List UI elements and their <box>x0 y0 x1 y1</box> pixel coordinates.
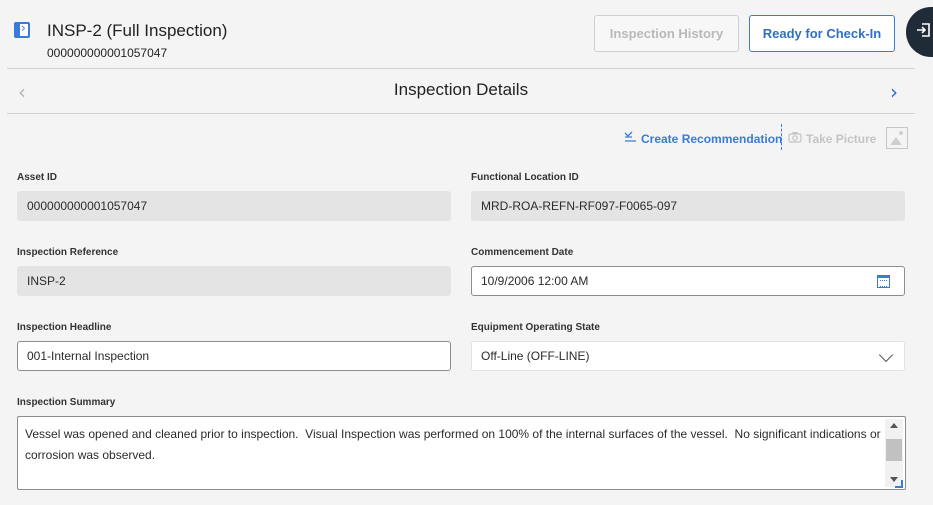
asset-id-field: 000000000001057047 <box>17 191 451 221</box>
image-icon[interactable] <box>886 127 908 149</box>
commencement-date-label: Commencement Date <box>471 247 574 258</box>
inspection-headline-input[interactable]: 001-Internal Inspection <box>17 341 451 371</box>
camera-icon <box>788 131 802 146</box>
scroll-thumb[interactable] <box>886 439 902 461</box>
inspection-details-page: INSP-2 (Full Inspection) 000000000001057… <box>0 0 933 505</box>
ready-for-checkin-button[interactable]: Ready for Check-In <box>749 15 895 52</box>
section-title: Inspection Details <box>393 80 529 99</box>
resize-handle-icon[interactable] <box>895 480 903 488</box>
header-divider <box>7 68 915 69</box>
create-recommendation-label: Create Recommendation <box>641 131 783 146</box>
panel-toggle-icon[interactable] <box>14 21 30 38</box>
page-header: INSP-2 (Full Inspection) 000000000001057… <box>0 0 933 68</box>
inspection-history-button[interactable]: Inspection History <box>594 15 739 52</box>
equipment-operating-state-value: Off-Line (OFF-LINE) <box>481 349 590 363</box>
page-subtitle: 000000000001057047 <box>47 46 168 60</box>
commencement-date-field[interactable]: 10/9/2006 12:00 AM <box>471 266 905 296</box>
inspection-reference-field: INSP-2 <box>17 266 451 296</box>
functional-location-id-field: MRD-ROA-REFN-RF097-F0065-097 <box>471 191 905 221</box>
sign-in-icon <box>916 22 932 38</box>
side-panel-tab[interactable] <box>906 7 933 57</box>
inspection-headline-label: Inspection Headline <box>17 322 112 333</box>
take-picture-button[interactable]: Take Picture <box>788 131 876 146</box>
inspection-summary-label: Inspection Summary <box>17 397 116 408</box>
functional-location-id-label: Functional Location ID <box>471 172 579 183</box>
take-picture-label: Take Picture <box>806 131 877 146</box>
asset-id-label: Asset ID <box>17 172 58 183</box>
section-divider <box>7 113 915 114</box>
chevron-down-icon <box>878 347 894 363</box>
inspection-reference-label: Inspection Reference <box>17 247 119 258</box>
create-recommendation-button[interactable]: Create Recommendation <box>624 131 782 146</box>
scroll-up-icon[interactable] <box>890 423 898 428</box>
inspection-summary-text: Vessel was opened and cleaned prior to i… <box>25 427 884 462</box>
recommendation-icon <box>624 131 637 146</box>
calendar-icon[interactable] <box>877 275 890 288</box>
chevron-right-icon[interactable]: › <box>890 80 898 104</box>
equipment-operating-state-label: Equipment Operating State <box>471 322 600 333</box>
action-separator <box>781 124 782 150</box>
inspection-summary-textarea[interactable]: Vessel was opened and cleaned prior to i… <box>17 416 906 490</box>
summary-scrollbar[interactable] <box>885 419 903 487</box>
commencement-date-value: 10/9/2006 12:00 AM <box>481 274 589 288</box>
equipment-operating-state-select[interactable]: Off-Line (OFF-LINE) <box>471 341 905 371</box>
page-title: INSP-2 (Full Inspection) <box>47 21 228 40</box>
